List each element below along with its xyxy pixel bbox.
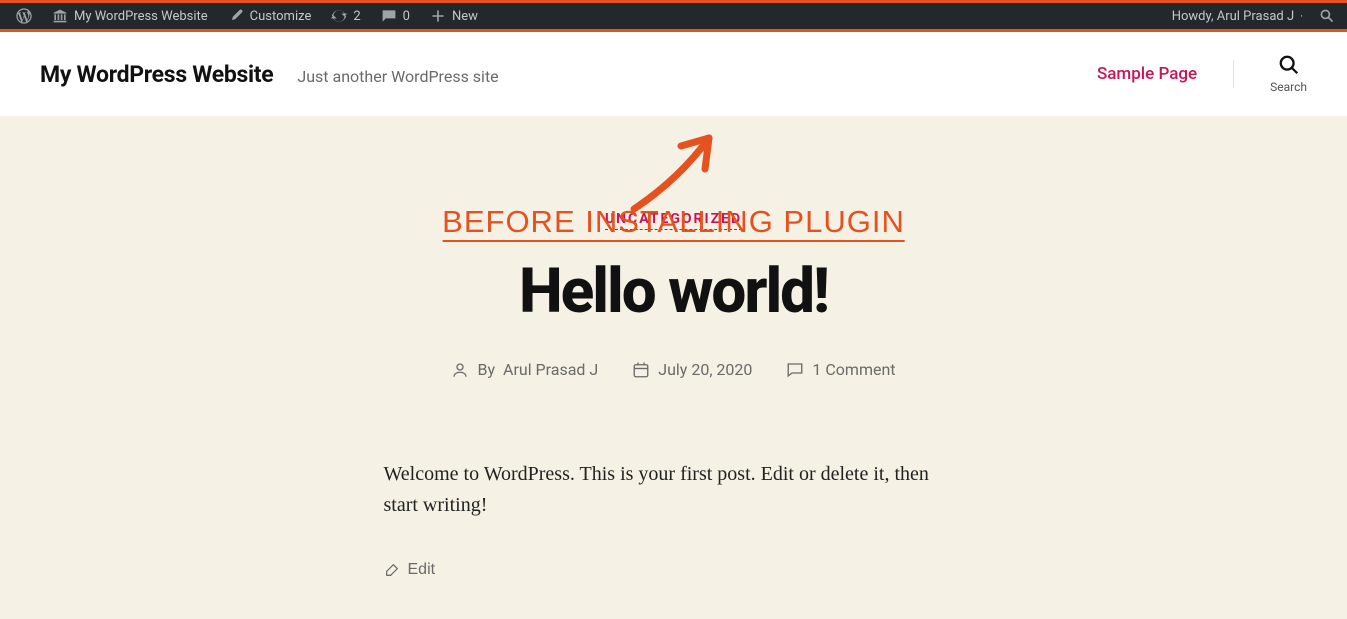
dashboard-icon: [52, 8, 68, 24]
new-content-menu[interactable]: New: [422, 3, 486, 29]
site-content: BEFORE INSTALLING PLUGIN UNCATEGORIZED H…: [0, 116, 1347, 619]
refresh-icon: [331, 8, 347, 24]
person-icon: [451, 361, 469, 379]
nav-divider: [1233, 60, 1234, 88]
post-article: UNCATEGORIZED Hello world! By Arul Prasa…: [324, 208, 1024, 579]
by-label: By: [477, 360, 495, 379]
wp-admin-bar: My WordPress Website Customize 2 0 New H…: [0, 0, 1347, 32]
search-icon: [1278, 54, 1300, 76]
post-body-text: Welcome to WordPress. This is your first…: [384, 459, 964, 521]
post-meta: By Arul Prasad J July 20, 2020 1 Comment: [324, 360, 1024, 379]
post-comments-meta[interactable]: 1 Comment: [786, 360, 895, 379]
post-author-meta: By Arul Prasad J: [451, 360, 598, 379]
updates-menu[interactable]: 2: [323, 3, 368, 29]
brush-icon: [228, 8, 244, 24]
header-nav: Sample Page Search: [1097, 54, 1307, 94]
post-comments-link[interactable]: 1 Comment: [812, 360, 895, 379]
comment-outline-icon: [786, 361, 804, 379]
adminbar-site-name: My WordPress Website: [74, 9, 208, 24]
post-date: July 20, 2020: [658, 360, 752, 379]
customize-menu[interactable]: Customize: [220, 3, 320, 29]
edit-label: Edit: [408, 561, 436, 579]
site-title[interactable]: My WordPress Website: [40, 61, 273, 88]
post-date-meta: July 20, 2020: [632, 360, 752, 379]
site-name-menu[interactable]: My WordPress Website: [44, 3, 216, 29]
wp-logo-menu[interactable]: [8, 3, 40, 29]
adminbar-comments-count: 0: [403, 9, 410, 24]
plus-icon: [430, 8, 446, 24]
howdy-menu[interactable]: Howdy, Arul Prasad J ·: [1164, 3, 1311, 29]
search-icon: [1319, 8, 1335, 24]
post-author-link[interactable]: Arul Prasad J: [503, 360, 598, 379]
adminbar-left: My WordPress Website Customize 2 0 New: [8, 3, 486, 29]
comment-icon: [381, 8, 397, 24]
site-header: My WordPress Website Just another WordPr…: [0, 32, 1347, 116]
annotation-label: BEFORE INSTALLING PLUGIN: [442, 204, 905, 242]
annotation-arrow-icon: [619, 124, 739, 214]
site-branding: My WordPress Website Just another WordPr…: [40, 61, 499, 88]
adminbar-new-label: New: [452, 9, 478, 24]
adminbar-right: Howdy, Arul Prasad J ·: [1164, 3, 1339, 29]
header-search-toggle[interactable]: Search: [1270, 54, 1307, 94]
nav-sample-page[interactable]: Sample Page: [1097, 64, 1197, 84]
adminbar-howdy: Howdy, Arul Prasad J: [1172, 9, 1294, 24]
adminbar-updates-count: 2: [353, 9, 360, 24]
edit-icon: [384, 562, 400, 578]
adminbar-search[interactable]: [1315, 3, 1339, 29]
edit-post-link[interactable]: Edit: [384, 561, 964, 579]
header-search-label: Search: [1270, 80, 1307, 94]
calendar-icon: [632, 361, 650, 379]
post-title: Hello world!: [324, 255, 1024, 328]
site-tagline: Just another WordPress site: [297, 67, 498, 86]
adminbar-customize-label: Customize: [250, 9, 312, 24]
wordpress-icon: [16, 8, 32, 24]
comments-menu[interactable]: 0: [373, 3, 418, 29]
